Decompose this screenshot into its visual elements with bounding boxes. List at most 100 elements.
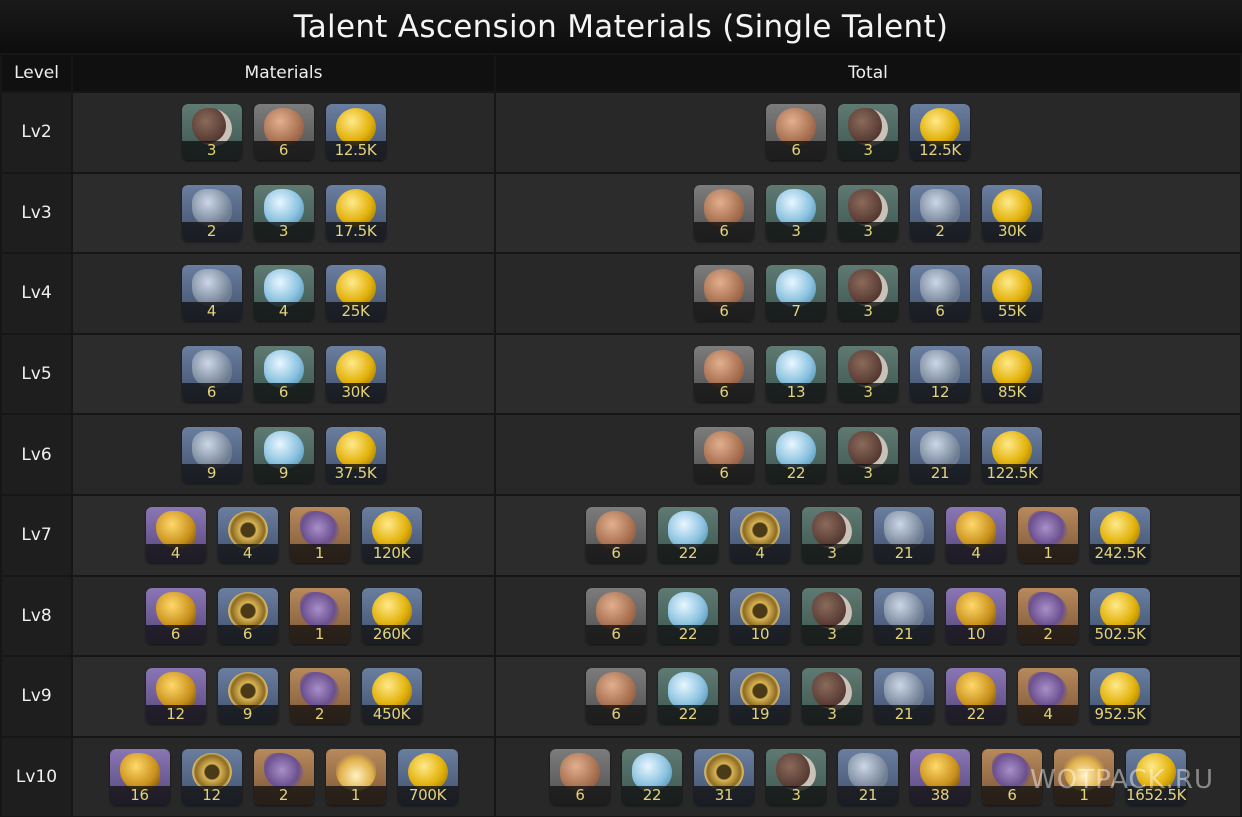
material-item: 3 <box>838 426 898 483</box>
material-item: 4 <box>217 507 278 564</box>
material-item: 17.5K <box>325 184 386 241</box>
material-item: 3 <box>802 507 862 564</box>
material-count: 12.5K <box>910 141 970 161</box>
material-item: 1 <box>289 507 350 564</box>
material-item: 10 <box>946 587 1006 644</box>
material-count: 21 <box>838 786 898 806</box>
materials-items: 4 4 1 120K <box>73 507 494 564</box>
table-row: Lv8 6 6 1 260K 6 22 10 3 21 10 2 502.5K <box>0 574 1242 658</box>
material-item: 9 <box>181 426 242 483</box>
material-count: 21 <box>874 624 934 644</box>
material-item: 6 <box>586 507 646 564</box>
materials-items: 3 6 12.5K <box>73 104 494 161</box>
material-item: 3 <box>181 104 242 161</box>
material-item: 21 <box>874 507 934 564</box>
material-item: 22 <box>766 426 826 483</box>
material-count: 3 <box>838 221 898 241</box>
material-count: 12 <box>910 383 970 403</box>
material-count: 6 <box>181 383 242 403</box>
material-count: 9 <box>217 705 278 725</box>
material-item: 2 <box>1018 587 1078 644</box>
material-count: 6 <box>550 786 610 806</box>
material-count: 19 <box>730 705 790 725</box>
material-item: 120K <box>361 507 422 564</box>
material-count: 3 <box>838 141 898 161</box>
header-row: Level Materials Total <box>0 53 1242 93</box>
level-cell: Lv3 <box>0 171 73 255</box>
material-count: 3 <box>838 383 898 403</box>
material-item: 37.5K <box>325 426 386 483</box>
material-item: 3 <box>802 668 862 725</box>
table-row: Lv5 6 6 30K 6 13 3 12 85K <box>0 332 1242 416</box>
table-body: Lv2 3 6 12.5K 6 3 12.5K Lv3 2 3 17.5K 6 3 3 2 30K Lv4 4 4 2… <box>0 91 1242 817</box>
material-count: 10 <box>946 624 1006 644</box>
material-item: 6 <box>253 104 314 161</box>
material-count: 25K <box>325 302 386 322</box>
level-cell: Lv8 <box>0 574 73 658</box>
material-count: 2 <box>1018 624 1078 644</box>
material-count: 4 <box>217 544 278 564</box>
watermark: WOTPACK.RU <box>1030 765 1214 795</box>
material-count: 12 <box>181 786 242 806</box>
material-item: 3 <box>766 184 826 241</box>
material-count: 2 <box>910 221 970 241</box>
material-item: 1 <box>1018 507 1078 564</box>
level-cell: Lv7 <box>0 493 73 577</box>
material-count: 6 <box>694 302 754 322</box>
material-item: 38 <box>910 749 970 806</box>
material-item: 3 <box>802 587 862 644</box>
material-count: 6 <box>586 705 646 725</box>
level-cell: Lv6 <box>0 413 73 496</box>
material-item: 12.5K <box>325 104 386 161</box>
material-item: 31 <box>694 749 754 806</box>
material-count: 30K <box>982 221 1042 241</box>
materials-table: Level Materials Total Lv2 3 6 12.5K 6 3 12.5K L… <box>0 53 1242 817</box>
material-count: 6 <box>766 141 826 161</box>
material-item: 9 <box>253 426 314 483</box>
material-count: 502.5K <box>1090 624 1150 644</box>
material-count: 22 <box>658 705 718 725</box>
material-item: 3 <box>766 749 826 806</box>
total-items: 6 3 12.5K <box>496 104 1240 161</box>
total-header: Total <box>494 53 1242 93</box>
material-item: 9 <box>217 668 278 725</box>
material-count: 22 <box>946 705 1006 725</box>
material-item: 2 <box>253 749 314 806</box>
materials-items: 4 4 25K <box>73 265 494 322</box>
material-count: 85K <box>982 383 1042 403</box>
material-count: 38 <box>910 786 970 806</box>
material-count: 120K <box>361 544 422 564</box>
material-count: 4 <box>946 544 1006 564</box>
material-item: 19 <box>730 668 790 725</box>
material-item: 3 <box>838 104 898 161</box>
material-item: 6 <box>145 587 206 644</box>
material-item: 21 <box>874 668 934 725</box>
material-item: 6 <box>694 426 754 483</box>
level-header: Level <box>0 53 73 93</box>
material-item: 4 <box>145 507 206 564</box>
material-count: 6 <box>694 463 754 483</box>
material-count: 6 <box>217 624 278 644</box>
material-count: 22 <box>658 544 718 564</box>
material-count: 6 <box>586 624 646 644</box>
material-count: 6 <box>253 383 314 403</box>
material-count: 1 <box>1018 544 1078 564</box>
materials-cell: 6 6 30K <box>71 332 496 416</box>
material-item: 21 <box>910 426 970 483</box>
materials-items: 6 6 30K <box>73 346 494 403</box>
table-row: Lv2 3 6 12.5K 6 3 12.5K <box>0 91 1242 174</box>
material-item: 6 <box>217 587 278 644</box>
material-count: 4 <box>181 302 242 322</box>
materials-cell: 9 9 37.5K <box>71 413 496 496</box>
material-count: 9 <box>253 463 314 483</box>
material-item: 6 <box>586 668 646 725</box>
material-item: 3 <box>253 184 314 241</box>
material-item: 22 <box>658 587 718 644</box>
material-item: 12 <box>910 346 970 403</box>
material-item: 16 <box>109 749 170 806</box>
material-count: 4 <box>1018 705 1078 725</box>
material-item: 21 <box>838 749 898 806</box>
material-item: 6 <box>910 265 970 322</box>
material-item: 85K <box>982 346 1042 403</box>
level-cell: Lv10 <box>0 735 73 817</box>
